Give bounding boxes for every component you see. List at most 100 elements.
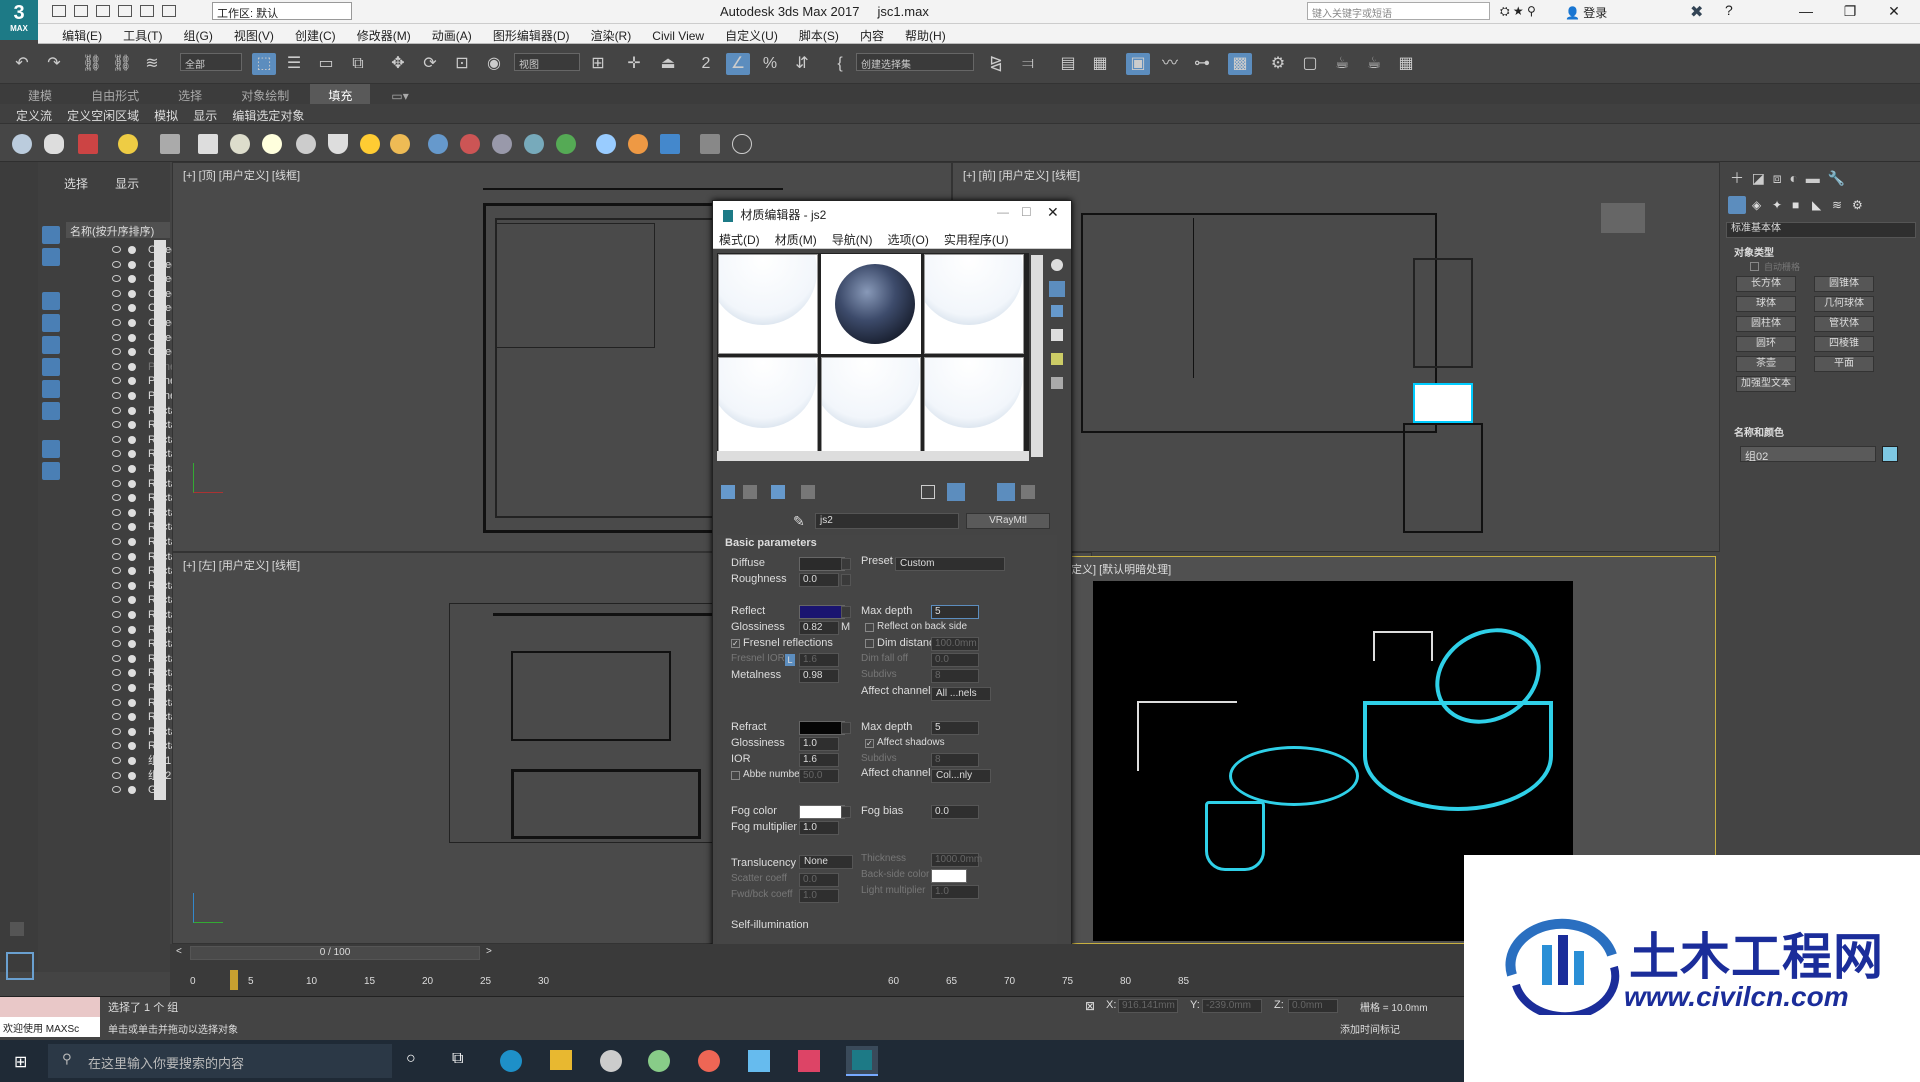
affect-channels-dropdown[interactable]: All ...nels: [931, 687, 991, 701]
visibility-icon[interactable]: [112, 260, 121, 268]
exchange-icon[interactable]: ✖: [1690, 2, 1703, 22]
go-parent-icon[interactable]: [997, 483, 1015, 501]
text-plus-button[interactable]: 加强型文本: [1736, 376, 1796, 392]
systems-icon[interactable]: ⚙: [1852, 198, 1863, 212]
fresnel-ior-spinner[interactable]: 1.6: [799, 653, 839, 667]
shapes-icon[interactable]: ◈: [1752, 198, 1761, 212]
freeze-icon[interactable]: [128, 523, 136, 532]
fresnel-checkbox[interactable]: ✓: [731, 639, 740, 648]
freeze-icon[interactable]: [128, 392, 136, 400]
cone-light-icon[interactable]: [328, 134, 348, 154]
render-setup-icon[interactable]: ⚙: [1266, 53, 1290, 75]
ribbon-options-icon[interactable]: ▭▾: [373, 86, 426, 106]
slots-hscrollbar[interactable]: [717, 451, 1029, 461]
login-button[interactable]: 👤 登录: [1565, 4, 1607, 21]
show-end-result-icon[interactable]: [947, 483, 965, 501]
task-view-icon[interactable]: ⧉: [452, 1050, 463, 1068]
notepad-icon[interactable]: [748, 1050, 770, 1072]
reflect-back-checkbox[interactable]: [865, 623, 874, 632]
sample-slot[interactable]: [718, 254, 818, 354]
angle-snap-icon[interactable]: ∠: [726, 53, 750, 75]
freeze-icon[interactable]: [128, 406, 136, 415]
mirror-icon[interactable]: ⧎: [984, 53, 1008, 75]
rendered-frame-icon[interactable]: ▢: [1298, 53, 1322, 75]
material-name-field[interactable]: js2: [815, 513, 959, 529]
visibility-icon[interactable]: [112, 348, 121, 356]
spacewarps-icon[interactable]: ≋: [1832, 198, 1842, 212]
dim-distance-checkbox[interactable]: [865, 639, 874, 648]
visibility-icon[interactable]: [112, 640, 121, 648]
mat-close-button[interactable]: ✕: [1047, 204, 1059, 221]
sample-slot[interactable]: [924, 357, 1024, 457]
box-button[interactable]: 长方体: [1736, 276, 1796, 292]
bowl-icon[interactable]: [296, 134, 316, 154]
visibility-icon[interactable]: [112, 757, 121, 764]
named-selection-dropdown[interactable]: 创建选择集: [856, 53, 974, 71]
refract-affect-dropdown[interactable]: Col...nly: [931, 769, 991, 783]
translucency-dropdown[interactable]: None: [799, 855, 853, 869]
object-color-swatch[interactable]: [1882, 446, 1898, 462]
file-explorer-icon[interactable]: [550, 1050, 572, 1070]
roughness-spinner[interactable]: 0.0: [799, 573, 839, 587]
roughness-map-button[interactable]: [841, 574, 851, 586]
maxscript-mini[interactable]: 欢迎使用 MAXSc: [0, 1017, 100, 1037]
viewport-layout-icon[interactable]: [6, 952, 34, 980]
freeze-icon[interactable]: [128, 786, 136, 795]
sample-type-icon[interactable]: [1051, 259, 1063, 271]
edge-icon[interactable]: [500, 1050, 522, 1072]
freeze-icon[interactable]: [128, 771, 136, 780]
sun-icon[interactable]: [360, 134, 380, 154]
z-coord[interactable]: 0.0mm: [1288, 999, 1338, 1013]
snaps-toggle-icon[interactable]: 2: [694, 53, 718, 75]
freeze-icon[interactable]: [128, 684, 136, 692]
torus-button[interactable]: 圆环: [1736, 336, 1796, 352]
visibility-icon[interactable]: [112, 421, 121, 429]
material-type-button[interactable]: VRayMtl: [966, 513, 1050, 529]
diffuse-swatch[interactable]: [799, 557, 845, 571]
visibility-icon[interactable]: [112, 406, 121, 414]
reference-coord-dropdown[interactable]: 视图: [514, 53, 580, 71]
refract-map-button[interactable]: [841, 722, 851, 734]
visibility-icon[interactable]: [112, 596, 121, 604]
visibility-icon[interactable]: [112, 494, 121, 502]
put-material-icon[interactable]: [743, 485, 757, 499]
light-mult-spinner[interactable]: 1.0: [931, 885, 979, 899]
visibility-icon[interactable]: [112, 698, 121, 706]
visibility-icon[interactable]: [112, 289, 121, 297]
glossiness-spinner[interactable]: 0.82: [799, 621, 839, 635]
affect-shadows-checkbox[interactable]: ✓: [865, 739, 874, 748]
mat-menu-material[interactable]: 材质(M): [769, 227, 823, 252]
redo-icon[interactable]: ↷: [42, 53, 66, 75]
visibility-icon[interactable]: [112, 684, 121, 691]
viewport-persp-label[interactable]: 定义] [默认明暗处理]: [1071, 561, 1171, 577]
unlink-icon[interactable]: ⛓: [110, 53, 134, 75]
mat-menu-utilities[interactable]: 实用程序(U): [938, 227, 1015, 252]
geometry-icon[interactable]: [1728, 196, 1746, 214]
diffuse-map-button[interactable]: [841, 558, 851, 570]
slots-vscrollbar[interactable]: [1031, 255, 1043, 457]
coord-mode-icon[interactable]: ⊠: [1085, 999, 1095, 1013]
teapot-button[interactable]: 茶壶: [1736, 356, 1796, 372]
freeze-icon[interactable]: [128, 552, 136, 561]
freeze-icon[interactable]: [128, 348, 136, 357]
backside-swatch[interactable]: [931, 869, 967, 883]
app-icon-3[interactable]: [798, 1050, 820, 1072]
next-frame-icon[interactable]: >: [486, 946, 496, 960]
column-header[interactable]: 名称(按升序排序): [66, 222, 170, 238]
link-icon[interactable]: ⛓: [80, 53, 104, 75]
go-sibling-icon[interactable]: [1021, 485, 1035, 499]
render-online-icon[interactable]: ☕: [1362, 53, 1386, 75]
reflect-map-button[interactable]: [841, 606, 851, 618]
visibility-icon[interactable]: [112, 713, 121, 721]
fur-icon[interactable]: [428, 134, 448, 154]
tab-select[interactable]: 选择: [52, 172, 100, 195]
sphere-icon[interactable]: [262, 134, 282, 154]
utilities-tab-icon[interactable]: 🔧: [1828, 170, 1845, 186]
motion-tab-icon[interactable]: ◐: [1789, 170, 1797, 186]
freeze-icon[interactable]: [128, 479, 136, 488]
camera-icon[interactable]: [160, 134, 180, 154]
refract-subdivs-spinner[interactable]: 8: [931, 753, 979, 767]
plant-icon[interactable]: [556, 134, 576, 154]
y-coord[interactable]: -239.0mm: [1202, 999, 1262, 1013]
freeze-icon[interactable]: [128, 727, 136, 736]
